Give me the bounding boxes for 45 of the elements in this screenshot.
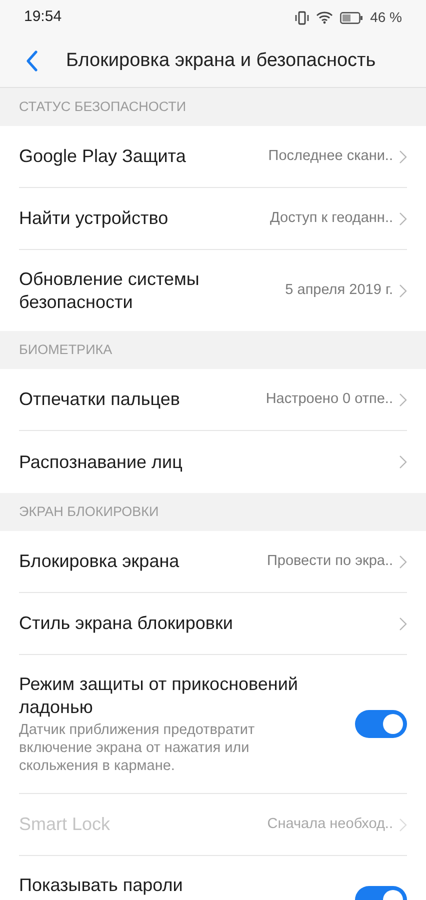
- row-label: Отпечатки пальцев: [19, 388, 181, 411]
- settings-row[interactable]: Показывать пароли: [19, 856, 407, 900]
- wifi-icon: [316, 11, 334, 24]
- toggle-switch[interactable]: [355, 710, 407, 738]
- row-description: Датчик приближения предотвратит включение экрана от нажатия или скольжения в кармане.: [19, 721, 256, 775]
- status-time: 19:54: [24, 7, 62, 28]
- row-label: Блокировка экрана: [19, 550, 180, 573]
- chevron-icon: [399, 392, 407, 406]
- row-label: Режим защиты от прикосновений ладонью: [19, 673, 299, 719]
- section-header: ЭКРАН БЛОКИРОВКИ: [19, 502, 159, 521]
- settings-row[interactable]: Обновление системы безопасности 5 апреля 2019 г.: [19, 250, 407, 331]
- section-header: СТАТУС БЕЗОПАСНОСТИ: [19, 98, 186, 116]
- chevron-icon: [399, 284, 407, 298]
- row-label: Стиль экрана блокировки: [19, 612, 234, 635]
- settings-row[interactable]: Блокировка экрана Провести по экра..: [19, 531, 407, 593]
- settings-row[interactable]: Отпечатки пальцев Настроено 0 отпе..: [19, 369, 407, 431]
- chevron-icon: [399, 616, 407, 630]
- back-icon: [25, 50, 39, 72]
- row-value: Провести по экра..: [266, 552, 393, 571]
- battery-icon: [340, 12, 364, 24]
- chevron-icon: [399, 818, 407, 832]
- row-value: Последнее скани..: [268, 146, 393, 166]
- row-label: Распознавание лиц: [19, 450, 184, 474]
- page-title: Блокировка экрана и безопасность: [66, 48, 376, 73]
- vibrate-icon: [295, 10, 310, 24]
- row-value: Доступ к геоданн..: [270, 208, 393, 228]
- row-label: Показывать пароли: [19, 874, 184, 897]
- section-header: БИОМЕТРИКА: [19, 340, 112, 359]
- settings-row[interactable]: Google Play Защита Последнее скани..: [19, 126, 407, 188]
- settings-row[interactable]: Найти устройство Доступ к геоданн..: [19, 188, 407, 250]
- row-label: Google Play Защита: [19, 145, 187, 168]
- chevron-icon: [399, 212, 407, 226]
- settings-row[interactable]: Режим защиты от прикосновений ладонью Датчик приближения предотвратит включение экрана от нажатия или скольжения в кармане.: [19, 655, 407, 794]
- chevron-icon: [399, 150, 407, 164]
- row-value: Настроено 0 отпе..: [266, 390, 393, 409]
- row-value: 5 апреля 2019 г.: [285, 280, 393, 300]
- row-value: Сначала необход..: [267, 814, 393, 834]
- row-label: Smart Lock: [19, 813, 112, 836]
- chevron-icon: [399, 554, 407, 568]
- settings-row[interactable]: Распознавание лиц: [19, 431, 407, 493]
- row-label: Найти устройство: [19, 207, 170, 230]
- row-label: Обновление системы безопасности: [19, 268, 200, 314]
- battery-percent: 46 %: [370, 8, 402, 27]
- settings-row[interactable]: Стиль экрана блокировки: [19, 593, 407, 655]
- chevron-icon: [399, 455, 407, 469]
